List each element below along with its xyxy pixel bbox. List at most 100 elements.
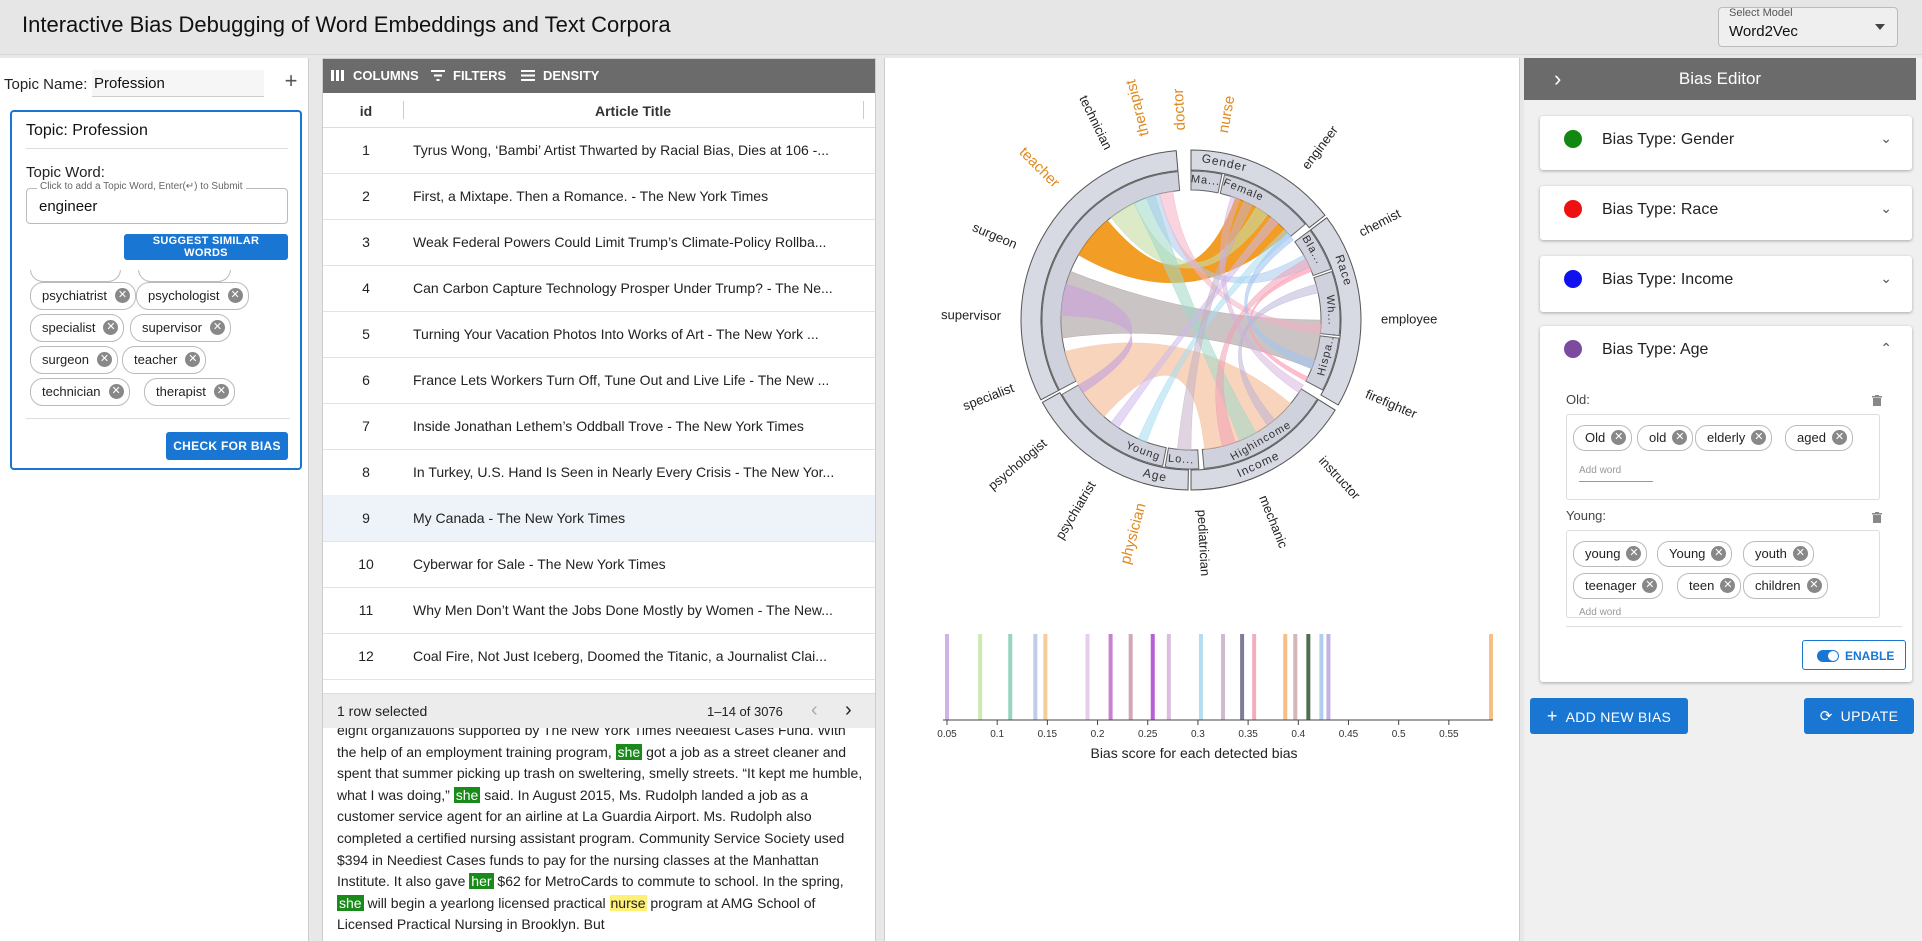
- suggest-similar-words-button[interactable]: SUGGEST SIMILAR WORDS: [124, 234, 288, 260]
- column-header-title[interactable]: Article Title: [403, 103, 863, 119]
- gender-color-dot: [1564, 130, 1582, 148]
- bias-score-bar: [945, 634, 949, 720]
- next-page-icon[interactable]: ›: [845, 699, 852, 722]
- add-word-underline: [1579, 481, 1653, 482]
- articles-table: COLUMNS FILTERS DENSITY id Article Title…: [322, 58, 876, 728]
- delete-icon[interactable]: [1872, 512, 1882, 523]
- table-row[interactable]: 10 Cyberwar for Sale - The New York Times: [323, 541, 875, 588]
- bias-type-income[interactable]: Bias Type: Income ⌄: [1540, 256, 1912, 312]
- remove-chip-icon[interactable]: ✕: [115, 288, 131, 303]
- x-axis-label: Bias score for each detected bias: [1090, 745, 1297, 761]
- topic-word-label: technician: [1076, 93, 1115, 152]
- chevron-down-icon[interactable]: ⌄: [1880, 270, 1892, 287]
- highlighted-gender-word: she: [615, 743, 643, 760]
- remove-chip-icon[interactable]: ✕: [1720, 578, 1736, 593]
- young-word-chip: young ✕: [1573, 541, 1648, 567]
- table-row[interactable]: 12 Coal Fire, Not Just Iceberg, Doomed th…: [323, 633, 875, 680]
- income-color-dot: [1564, 270, 1582, 288]
- topic-word-label: nurse: [1215, 94, 1238, 134]
- remove-chip-icon[interactable]: ✕: [108, 384, 124, 399]
- topic-word-label: therapist: [1122, 77, 1153, 138]
- remove-chip-icon[interactable]: ✕: [209, 320, 225, 335]
- add-new-bias-button[interactable]: + ADD NEW BIAS: [1530, 698, 1688, 734]
- columns-label: COLUMNS: [353, 68, 419, 83]
- check-for-bias-button[interactable]: CHECK FOR BIAS: [166, 432, 288, 460]
- remove-chip-icon[interactable]: ✕: [1831, 430, 1847, 445]
- bias-type-label: Bias Type: Race: [1602, 201, 1719, 218]
- chevron-up-icon[interactable]: ⌃: [1880, 340, 1892, 357]
- enable-toggle-button[interactable]: ENABLE: [1802, 640, 1906, 670]
- columns-button[interactable]: COLUMNS: [331, 68, 419, 83]
- table-row[interactable]: 7 Inside Jonathan Lethem’s Oddball Trove …: [323, 403, 875, 450]
- topic-word-label: doctor: [1170, 88, 1189, 131]
- table-row[interactable]: 11 Why Men Don’t Want the Jobs Done Mostl…: [323, 587, 875, 634]
- selected-count: 1 row selected: [337, 703, 428, 719]
- topic-word-label: pediatrician: [1195, 509, 1213, 576]
- remove-chip-icon[interactable]: ✕: [1806, 578, 1822, 593]
- bias-type-label: Bias Type: Gender: [1602, 131, 1735, 148]
- table-row[interactable]: 3 Weak Federal Powers Could Limit Trump’s…: [323, 219, 875, 266]
- remove-chip-icon[interactable]: ✕: [1711, 546, 1727, 561]
- filters-button[interactable]: FILTERS: [431, 68, 506, 83]
- topic-name-input[interactable]: [92, 70, 264, 97]
- model-select[interactable]: Select Model Word2Vec: [1718, 7, 1898, 47]
- row-title: In Turkey, U.S. Hand Is Seen in Nearly E…: [413, 464, 835, 480]
- toggle-switch-icon: [1817, 650, 1839, 662]
- bias-type-gender[interactable]: Bias Type: Gender ⌄: [1540, 116, 1912, 170]
- topic-word-input[interactable]: Click to add a Topic Word, Enter(↵) to S…: [26, 181, 288, 224]
- app-title: Interactive Bias Debugging of Word Embed…: [22, 12, 671, 37]
- topic-word-label: firefighter: [1363, 386, 1419, 421]
- remove-chip-icon[interactable]: ✕: [185, 352, 201, 367]
- highlighted-gender-word: she: [337, 894, 364, 911]
- column-header-id[interactable]: id: [341, 103, 391, 119]
- chip-label: aged: [1797, 430, 1826, 445]
- table-row[interactable]: 4 Can Carbon Capture Technology Prosper U…: [323, 265, 875, 312]
- remove-chip-icon[interactable]: ✕: [96, 352, 112, 367]
- update-button[interactable]: ⟳ UPDATE: [1804, 698, 1914, 734]
- remove-chip-icon[interactable]: ✕: [1626, 546, 1642, 561]
- bias-score-bar: [1150, 634, 1155, 720]
- chip-label: children: [1755, 578, 1801, 593]
- add-word-input[interactable]: Add word: [1579, 607, 1621, 617]
- topic-word-label: employee: [1381, 311, 1437, 326]
- chip-label: teenager: [1585, 578, 1637, 593]
- row-id: 1: [362, 142, 370, 158]
- bias-editor-header: › Bias Editor: [1524, 58, 1916, 100]
- table-row[interactable]: 1 Tyrus Wong, ‘Bambi’ Artist Thwarted by …: [323, 127, 875, 174]
- filters-label: FILTERS: [453, 68, 507, 83]
- remove-chip-icon[interactable]: ✕: [227, 288, 243, 303]
- chevron-down-icon[interactable]: ⌄: [1880, 200, 1892, 217]
- remove-chip-icon[interactable]: ✕: [103, 320, 119, 335]
- table-row[interactable]: 6 France Lets Workers Turn Off, Tune Out …: [323, 357, 875, 404]
- remove-chip-icon[interactable]: ✕: [1751, 430, 1767, 445]
- remove-chip-icon[interactable]: ✕: [1611, 430, 1627, 445]
- remove-chip-icon[interactable]: ✕: [213, 384, 229, 399]
- add-word-input[interactable]: Add word: [1579, 465, 1621, 476]
- remove-chip-icon[interactable]: ✕: [1672, 430, 1688, 445]
- remove-chip-icon[interactable]: ✕: [1642, 578, 1658, 593]
- density-button[interactable]: DENSITY: [521, 68, 599, 83]
- prev-page-icon[interactable]: ‹: [811, 699, 818, 722]
- table-row[interactable]: 2 First, a Mixtape. Then a Romance. - The…: [323, 173, 875, 220]
- x-tick-label: 0.15: [1038, 729, 1058, 740]
- plus-icon[interactable]: +: [280, 70, 302, 92]
- chevron-down-icon[interactable]: ⌄: [1880, 130, 1892, 147]
- add-new-bias-label: ADD NEW BIAS: [1565, 708, 1672, 725]
- table-row[interactable]: 8 In Turkey, U.S. Hand Is Seen in Nearly …: [323, 449, 875, 496]
- highlighted-topic-word: nurse: [609, 894, 647, 911]
- chip-label: technician: [42, 384, 101, 399]
- delete-icon[interactable]: [1872, 395, 1882, 406]
- table-row[interactable]: 5 Turning Your Vacation Photos Into Works…: [323, 311, 875, 358]
- young-word-chip: Young ✕: [1657, 541, 1733, 567]
- bias-score-bar: [1198, 634, 1203, 720]
- bias-type-race[interactable]: Bias Type: Race ⌄: [1540, 186, 1912, 240]
- model-select-label: Select Model: [1729, 7, 1793, 19]
- row-id: 9: [362, 510, 370, 526]
- row-id: 10: [358, 556, 374, 572]
- age-color-dot: [1564, 340, 1582, 358]
- bias-score-bar: [1306, 634, 1311, 720]
- column-separator[interactable]: [863, 101, 864, 119]
- race-color-dot: [1564, 200, 1582, 218]
- remove-chip-icon[interactable]: ✕: [1792, 546, 1808, 561]
- table-row[interactable]: 9 My Canada - The New York Times: [323, 495, 875, 542]
